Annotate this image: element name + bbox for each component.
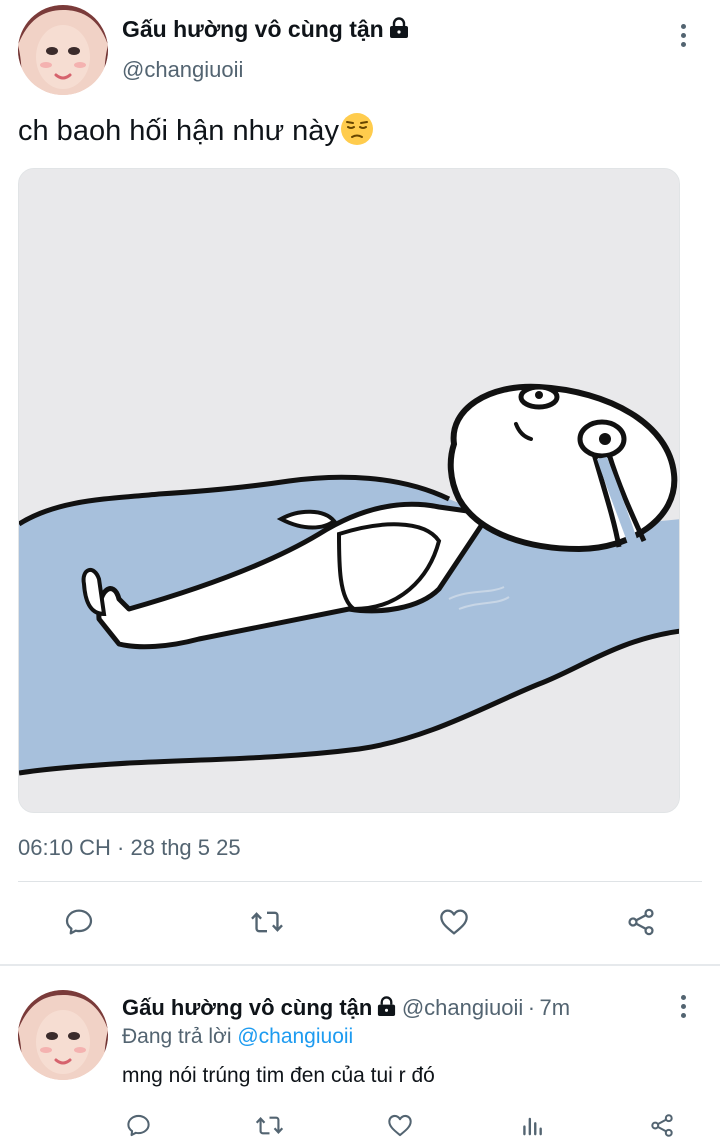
tweet-text: ch baoh hối hận như này bbox=[18, 112, 374, 148]
share-icon bbox=[651, 1113, 673, 1137]
reply-time[interactable]: 7m bbox=[539, 995, 570, 1020]
retweet-icon bbox=[255, 1116, 283, 1134]
replying-prefix: Đang trả lời bbox=[122, 1025, 232, 1048]
tweet-body: ch baoh hối hận như này bbox=[18, 115, 339, 147]
lock-icon bbox=[378, 996, 396, 1017]
reply-handle[interactable]: @changiuoii bbox=[402, 995, 523, 1020]
pensive-face-emoji-icon bbox=[340, 113, 373, 145]
like-icon bbox=[388, 1114, 412, 1136]
reply-like-button[interactable] bbox=[384, 1110, 416, 1140]
retweet-button[interactable] bbox=[246, 902, 288, 942]
reply-icon bbox=[65, 909, 93, 935]
like-icon bbox=[440, 909, 468, 935]
author-handle[interactable]: @changiuoii bbox=[122, 57, 243, 83]
reply-text: mng nói trúng tim đen của tui r đó bbox=[122, 1064, 435, 1087]
reply-header: Gấu hường vô cùng tận @changiuoii · 7m bbox=[122, 995, 570, 1021]
divider bbox=[18, 881, 702, 882]
reply-more-options-icon[interactable] bbox=[671, 991, 695, 1021]
like-button[interactable] bbox=[433, 902, 475, 942]
reply-button[interactable] bbox=[58, 902, 100, 942]
avatar[interactable] bbox=[18, 5, 108, 95]
share-button[interactable] bbox=[620, 902, 662, 942]
reply-reply-button[interactable] bbox=[122, 1110, 154, 1140]
analytics-icon bbox=[523, 1117, 542, 1135]
reply-share-button[interactable] bbox=[646, 1110, 678, 1140]
section-divider bbox=[0, 964, 720, 966]
reply-avatar[interactable] bbox=[18, 990, 108, 1080]
retweet-icon bbox=[251, 911, 283, 933]
display-name[interactable]: Gấu hường vô cùng tận bbox=[122, 16, 384, 42]
reply-analytics-button[interactable] bbox=[516, 1110, 548, 1140]
tweet-media-image[interactable] bbox=[18, 168, 680, 813]
lock-icon bbox=[389, 17, 408, 38]
tweet-timestamp[interactable]: 06:10 CH · 28 thg 5 25 bbox=[18, 835, 241, 861]
reply-icon bbox=[126, 1114, 150, 1136]
meta-separator: · bbox=[527, 995, 536, 1020]
reply-retweet-button[interactable] bbox=[252, 1110, 286, 1140]
more-options-icon[interactable] bbox=[671, 20, 695, 50]
replying-mention-link[interactable]: @changiuoii bbox=[237, 1025, 353, 1048]
reply-display-name[interactable]: Gấu hường vô cùng tận bbox=[122, 995, 372, 1020]
replying-to: Đang trả lời @changiuoii bbox=[122, 1025, 353, 1049]
author-name[interactable]: Gấu hường vô cùng tận bbox=[122, 16, 410, 43]
share-icon bbox=[628, 908, 654, 936]
